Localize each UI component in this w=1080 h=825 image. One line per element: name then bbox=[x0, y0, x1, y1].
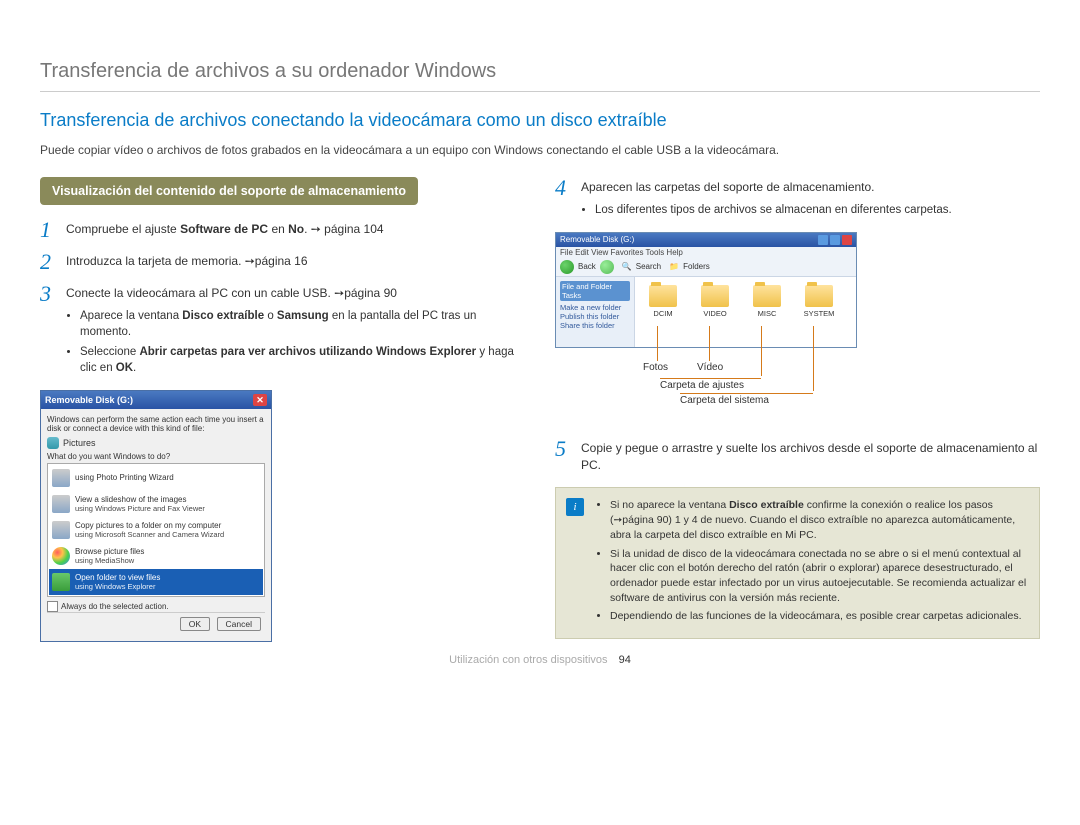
explorer-sidebar: File and Folder Tasks Make a new folder … bbox=[556, 277, 635, 347]
step-1: 1 Compruebe el ajuste Software de PC en … bbox=[40, 219, 525, 241]
sidebar-item[interactable]: Make a new folder bbox=[560, 303, 630, 312]
bullet: Los diferentes tipos de archivos se alma… bbox=[595, 202, 952, 218]
sub-heading: Visualización del contenido del soporte … bbox=[40, 177, 418, 205]
bullet: Seleccione Abrir carpetas para ver archi… bbox=[80, 344, 525, 376]
folder-icon bbox=[649, 285, 677, 307]
explorer-window: Removable Disk (G:) File Edit View Favor… bbox=[555, 232, 857, 348]
step-2: 2 Introduzca la tarjeta de memoria. ➙pág… bbox=[40, 251, 525, 273]
page-title: Transferencia de archivos a su ordenador… bbox=[40, 60, 1040, 92]
option-copy[interactable]: Copy pictures to a folder on my computer… bbox=[49, 517, 263, 543]
scanner-icon bbox=[52, 521, 70, 539]
folder-dcim[interactable]: DCIM bbox=[643, 285, 683, 343]
callout-fotos: Fotos bbox=[643, 362, 668, 373]
step-text: Introduzca la tarjeta de memoria. ➙págin… bbox=[66, 251, 308, 273]
option-photo-wizard[interactable]: using Photo Printing Wizard bbox=[49, 465, 263, 491]
back-icon[interactable] bbox=[560, 260, 574, 274]
folder-icon bbox=[52, 573, 70, 591]
option-open-folder[interactable]: Open folder to view filesusing Windows E… bbox=[49, 569, 263, 595]
page-number: 94 bbox=[619, 654, 631, 666]
step-text: Compruebe el ajuste Software de PC en No… bbox=[66, 219, 384, 241]
media-icon bbox=[52, 547, 70, 565]
info-bullet: Si la unidad de disco de la videocámara … bbox=[610, 547, 1029, 606]
info-bullet: Dependiendo de las funciones de la video… bbox=[610, 609, 1029, 624]
section-title: Transferencia de archivos conectando la … bbox=[40, 110, 1040, 131]
minimize-icon[interactable] bbox=[818, 235, 828, 245]
close-icon[interactable] bbox=[842, 235, 852, 245]
sidebar-item[interactable]: Share this folder bbox=[560, 321, 630, 330]
explorer-title: Removable Disk (G:) bbox=[560, 235, 634, 245]
callout-video: Vídeo bbox=[697, 362, 723, 373]
picture-icon bbox=[47, 437, 59, 449]
folder-video[interactable]: VIDEO bbox=[695, 285, 735, 343]
step-5: 5 Copie y pegue o arrastre y suelte los … bbox=[555, 438, 1040, 474]
maximize-icon[interactable] bbox=[830, 235, 840, 245]
sidebar-item[interactable]: Publish this folder bbox=[560, 312, 630, 321]
callout-sistema: Carpeta del sistema bbox=[680, 395, 769, 406]
folder-icon bbox=[805, 285, 833, 307]
option-browse[interactable]: Browse picture filesusing MediaShow bbox=[49, 543, 263, 569]
step-number: 2 bbox=[40, 251, 58, 273]
dialog-body: Windows can perform the same action each… bbox=[41, 409, 271, 641]
autoplay-dialog: Removable Disk (G:) ✕ Windows can perfor… bbox=[40, 390, 272, 642]
step-text: Conecte la videocámara al PC con un cabl… bbox=[66, 283, 525, 380]
explorer-toolbar: Back 🔍Search 📁Folders bbox=[556, 258, 856, 277]
picture-label: Pictures bbox=[63, 438, 96, 448]
folder-icon bbox=[753, 285, 781, 307]
dialog-desc: Windows can perform the same action each… bbox=[47, 415, 265, 433]
printer-icon bbox=[52, 469, 70, 487]
info-box: i Si no aparece la ventana Disco extraíb… bbox=[555, 487, 1040, 639]
step-number: 4 bbox=[555, 177, 573, 222]
step-3: 3 Conecte la videocámara al PC con un ca… bbox=[40, 283, 525, 380]
explorer-titlebar: Removable Disk (G:) bbox=[556, 233, 856, 247]
option-slideshow[interactable]: View a slideshow of the imagesusing Wind… bbox=[49, 491, 263, 517]
folder-misc[interactable]: MISC bbox=[747, 285, 787, 343]
right-column: 4 Aparecen las carpetas del soporte de a… bbox=[555, 177, 1040, 642]
bullet: Aparece la ventana Disco extraíble o Sam… bbox=[80, 308, 525, 340]
step-text: Copie y pegue o arrastre y suelte los ar… bbox=[581, 438, 1040, 474]
info-bullet: Si no aparece la ventana Disco extraíble… bbox=[610, 498, 1029, 542]
step-text: Aparecen las carpetas del soporte de alm… bbox=[581, 177, 952, 222]
dialog-title: Removable Disk (G:) bbox=[45, 395, 133, 405]
close-icon[interactable]: ✕ bbox=[253, 394, 267, 406]
sidebar-heading: File and Folder Tasks bbox=[560, 281, 630, 301]
always-checkbox[interactable]: Always do the selected action. bbox=[47, 601, 265, 612]
explorer-menu[interactable]: File Edit View Favorites Tools Help bbox=[556, 247, 856, 258]
dialog-titlebar: Removable Disk (G:) ✕ bbox=[41, 391, 271, 409]
intro-text: Puede copiar vídeo o archivos de fotos g… bbox=[40, 143, 1040, 157]
step-number: 5 bbox=[555, 438, 573, 474]
info-icon: i bbox=[566, 498, 584, 516]
folder-icon bbox=[701, 285, 729, 307]
explorer-files: DCIM VIDEO MISC SYSTEM bbox=[635, 277, 856, 347]
step-number: 1 bbox=[40, 219, 58, 241]
page-footer: Utilización con otros dispositivos 94 bbox=[40, 654, 1040, 666]
checkbox-icon bbox=[47, 601, 58, 612]
ok-button[interactable]: OK bbox=[180, 617, 210, 631]
callout-ajustes: Carpeta de ajustes bbox=[660, 380, 744, 391]
step-number: 3 bbox=[40, 283, 58, 380]
viewer-icon bbox=[52, 495, 70, 513]
cancel-button[interactable]: Cancel bbox=[217, 617, 261, 631]
forward-icon[interactable] bbox=[600, 260, 614, 274]
left-column: Visualización del contenido del soporte … bbox=[40, 177, 525, 642]
folder-system[interactable]: SYSTEM bbox=[799, 285, 839, 343]
step-4: 4 Aparecen las carpetas del soporte de a… bbox=[555, 177, 1040, 222]
dialog-prompt: What do you want Windows to do? bbox=[47, 452, 265, 461]
